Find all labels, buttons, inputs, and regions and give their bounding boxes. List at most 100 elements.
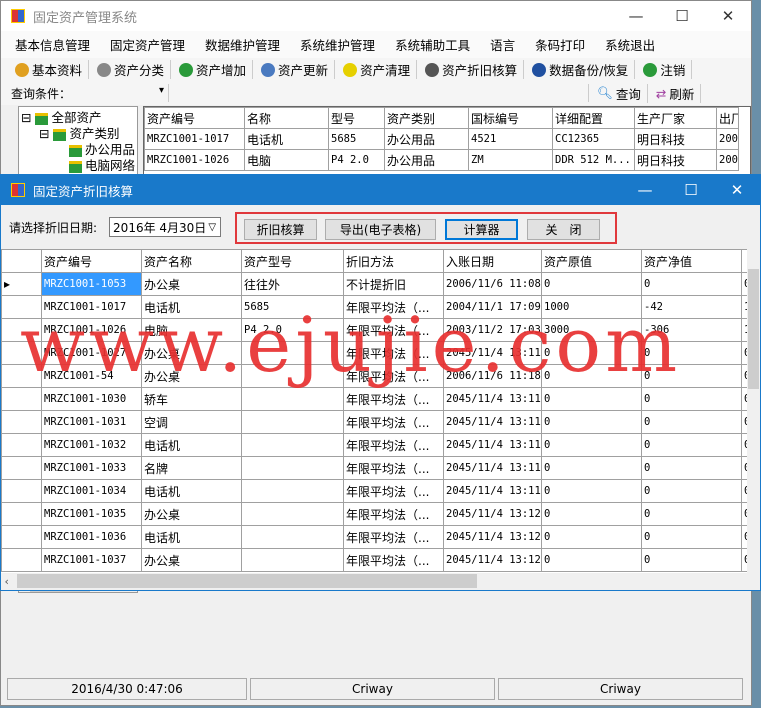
table-cell[interactable]: 电脑 bbox=[141, 318, 242, 342]
table-cell[interactable]: 电脑 bbox=[244, 149, 329, 171]
table-cell[interactable]: 0 bbox=[641, 502, 742, 526]
column-header[interactable]: 国标编号 bbox=[468, 107, 553, 129]
table-cell[interactable]: ZM bbox=[468, 149, 553, 171]
table-row[interactable]: MRZC1001-1036 电话机 年限平均法（... 2045/11/4 13:12… bbox=[1, 525, 748, 549]
table-cell[interactable]: 办公桌 bbox=[141, 272, 242, 296]
table-cell[interactable]: 年限平均法（... bbox=[343, 410, 444, 434]
table-cell[interactable]: P4 2.0 bbox=[328, 149, 385, 171]
row-header[interactable] bbox=[1, 525, 42, 549]
table-cell[interactable]: MRZC1001-54 bbox=[41, 364, 142, 388]
toolbar-button[interactable]: 资产分类 bbox=[97, 60, 172, 79]
column-header[interactable]: 资产净值 bbox=[641, 249, 742, 273]
table-cell[interactable]: 2045/11/4 13:11 bbox=[443, 410, 542, 434]
table-row[interactable]: MRZC1001-1030 轿车 年限平均法（... 2045/11/4 13:11 0… bbox=[1, 387, 748, 411]
table-cell[interactable]: 办公桌 bbox=[141, 548, 242, 572]
table-cell[interactable]: 2045/11/4 13:12 bbox=[443, 525, 542, 549]
table-cell[interactable]: 电话机 bbox=[141, 479, 242, 503]
row-header[interactable] bbox=[1, 364, 42, 388]
table-cell[interactable]: MRZC1001-1017 bbox=[144, 128, 245, 150]
toolbar-button[interactable]: 资产折旧核算 bbox=[425, 60, 525, 79]
table-row[interactable]: ▸ MRZC1001-1053 办公桌 往往外 不计提折旧 2006/11/6 11:08… bbox=[1, 272, 748, 296]
table-cell[interactable]: 办公桌 bbox=[141, 364, 242, 388]
table-row[interactable]: MRZC1001-1017 电话机 5685 年限平均法（... 2004/11/1 1… bbox=[1, 295, 748, 319]
table-cell[interactable]: 名牌 bbox=[141, 456, 242, 480]
depreciation-calc-button[interactable]: 折旧核算 bbox=[244, 219, 317, 240]
table-row[interactable]: MRZC1001-1031 空调 年限平均法（... 2045/11/4 13:11 0… bbox=[1, 410, 748, 434]
table-row[interactable]: MRZC1001-1037 办公桌 年限平均法（... 2045/11/4 13:12… bbox=[1, 548, 748, 572]
table-row[interactable]: MRZC1001-1017 电话机 5685 办公用品 4521 CC12365 明日科技 2… bbox=[144, 128, 739, 150]
refresh-button[interactable]: ⇄ 刷新 bbox=[656, 83, 702, 103]
row-header[interactable] bbox=[1, 479, 42, 503]
table-cell[interactable] bbox=[241, 548, 344, 572]
table-cell[interactable] bbox=[241, 479, 344, 503]
table-cell[interactable]: 5685 bbox=[328, 128, 385, 150]
table-cell[interactable]: 0 bbox=[541, 502, 642, 526]
table-cell[interactable]: 0 bbox=[541, 387, 642, 411]
table-cell[interactable]: 0 bbox=[641, 387, 742, 411]
table-cell[interactable]: 0 bbox=[641, 410, 742, 434]
table-cell[interactable]: MRZC1001-1031 bbox=[41, 410, 142, 434]
table-cell[interactable] bbox=[241, 525, 344, 549]
table-cell[interactable]: MRZC1001-1053 bbox=[41, 272, 142, 296]
dialog-close-button[interactable]: ✕ bbox=[714, 175, 760, 205]
table-cell[interactable]: 0 bbox=[641, 433, 742, 457]
table-cell[interactable] bbox=[241, 410, 344, 434]
tree-node-network[interactable]: 电脑网络 bbox=[19, 155, 137, 173]
menu-item[interactable]: 固定资产管理 bbox=[110, 35, 185, 54]
table-cell[interactable]: MRZC1001-1026 bbox=[41, 318, 142, 342]
column-header[interactable]: 折旧方法 bbox=[343, 249, 444, 273]
table-row[interactable]: MRZC1001-1035 办公桌 年限平均法（... 2045/11/4 13:12… bbox=[1, 502, 748, 526]
dialog-hscrollbar[interactable]: ‹ bbox=[1, 573, 760, 589]
table-cell[interactable]: 电话机 bbox=[141, 525, 242, 549]
table-cell[interactable]: MRZC1001-1034 bbox=[41, 479, 142, 503]
table-row[interactable]: MRZC1001-1026 电脑 P4 2.0 年限平均法（... 2003/11/2 … bbox=[1, 318, 748, 342]
table-cell[interactable]: 2045/11/4 13:12 bbox=[443, 548, 542, 572]
table-cell[interactable] bbox=[241, 364, 344, 388]
table-cell[interactable]: 2006/ bbox=[716, 149, 739, 171]
table-cell[interactable]: 2045/11/4 13:11 bbox=[443, 479, 542, 503]
table-cell[interactable]: 0 bbox=[541, 456, 642, 480]
table-cell[interactable]: 0 bbox=[541, 410, 642, 434]
table-cell[interactable]: 年限平均法（... bbox=[343, 456, 444, 480]
column-header[interactable]: 资产原值 bbox=[541, 249, 642, 273]
toolbar-button[interactable]: 资产更新 bbox=[261, 60, 336, 79]
table-cell[interactable]: 2045/11/4 13:11 bbox=[443, 433, 542, 457]
table-cell[interactable]: 电话机 bbox=[141, 433, 242, 457]
table-cell[interactable]: MRZC1001-1030 bbox=[41, 387, 142, 411]
date-picker[interactable]: 2016年 4月30日 ▽ bbox=[109, 217, 222, 237]
table-cell[interactable]: 空调 bbox=[141, 410, 242, 434]
maximize-button[interactable]: ☐ bbox=[659, 1, 705, 31]
row-header[interactable] bbox=[1, 410, 42, 434]
table-cell[interactable]: 3000 bbox=[541, 318, 642, 342]
table-cell[interactable]: 年限平均法（... bbox=[343, 525, 444, 549]
row-header[interactable] bbox=[1, 502, 42, 526]
column-header[interactable]: 资产型号 bbox=[241, 249, 344, 273]
table-row[interactable]: MRZC1001-1027 办公桌 年限平均法（... 2045/11/4 13:11… bbox=[1, 341, 748, 365]
table-cell[interactable]: 0 bbox=[641, 525, 742, 549]
row-header[interactable] bbox=[1, 548, 42, 572]
row-header[interactable] bbox=[1, 456, 42, 480]
table-cell[interactable]: MRZC1001-1017 bbox=[41, 295, 142, 319]
table-cell[interactable]: 0 bbox=[541, 272, 642, 296]
column-header[interactable]: 入账日期 bbox=[443, 249, 542, 273]
table-cell[interactable]: 年限平均法（... bbox=[343, 548, 444, 572]
table-cell[interactable]: 1000 bbox=[541, 295, 642, 319]
table-row[interactable]: MRZC1001-54 办公桌 年限平均法（... 2006/11/6 11:18 0 0… bbox=[1, 364, 748, 388]
menu-item[interactable]: 条码打印 bbox=[535, 35, 585, 54]
table-cell[interactable]: 年限平均法（... bbox=[343, 433, 444, 457]
table-cell[interactable]: MRZC1001-1026 bbox=[144, 149, 245, 171]
table-cell[interactable]: P4 2.0 bbox=[241, 318, 344, 342]
table-cell[interactable]: 年限平均法（... bbox=[343, 387, 444, 411]
row-header[interactable] bbox=[1, 318, 42, 342]
column-header[interactable]: 资产编号 bbox=[41, 249, 142, 273]
table-cell[interactable] bbox=[241, 502, 344, 526]
query-condition-select[interactable] bbox=[79, 84, 170, 102]
column-header[interactable]: 型号 bbox=[328, 107, 385, 129]
row-header[interactable] bbox=[1, 433, 42, 457]
toolbar-button[interactable]: 资产增加 bbox=[179, 60, 254, 79]
table-cell[interactable]: -42 bbox=[641, 295, 742, 319]
menu-item[interactable]: 系统辅助工具 bbox=[395, 35, 470, 54]
column-header[interactable]: 资产名称 bbox=[141, 249, 242, 273]
table-cell[interactable]: 0 bbox=[541, 525, 642, 549]
table-cell[interactable]: 办公用品 bbox=[384, 149, 469, 171]
